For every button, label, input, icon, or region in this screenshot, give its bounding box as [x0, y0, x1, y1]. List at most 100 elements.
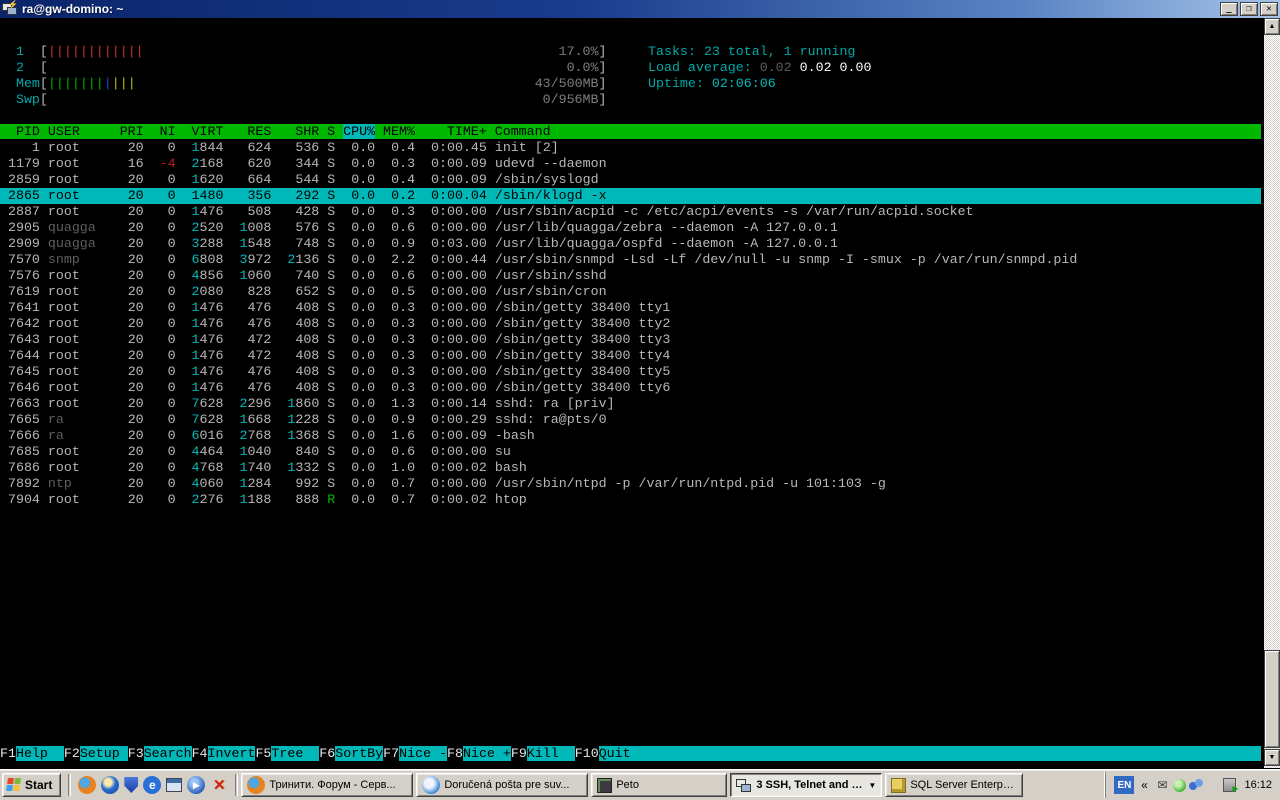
process-row-7663[interactable]: 7663 root 20 0 7628 2296 1860 S 0.0 1.3 … — [0, 396, 1261, 412]
process-row-7570[interactable]: 7570 snmp 20 0 6808 3972 2136 S 0.0 2.2 … — [0, 252, 1261, 268]
fkey-label-f2[interactable]: Setup — [80, 746, 128, 761]
fkey-f4[interactable]: F4 — [192, 746, 208, 761]
peto-icon — [597, 778, 612, 793]
terminal: 1 [|||||||||||| 17.0%] 2 [ 0.0%] Mem[|||… — [0, 18, 1264, 770]
htop-output: 1 [|||||||||||| 17.0%] 2 [ 0.0%] Mem[|||… — [0, 28, 1261, 508]
process-row-2887[interactable]: 2887 root 20 0 1476 508 428 S 0.0 0.3 0:… — [0, 204, 1261, 220]
taskbar-button-4[interactable]: 3 SSH, Telnet and Rl...▼ — [730, 773, 882, 797]
process-row-2865[interactable]: 2865 root 20 0 1480 356 292 S 0.0 0.2 0:… — [0, 188, 1261, 204]
group-dropdown-icon[interactable]: ▼ — [868, 781, 876, 790]
process-row-7645[interactable]: 7645 root 20 0 1476 476 408 S 0.0 0.3 0:… — [0, 364, 1261, 380]
fkey-f1[interactable]: F1 — [0, 746, 16, 761]
close-button[interactable]: ✕ — [1260, 2, 1278, 16]
fkey-f10[interactable]: F10 — [575, 746, 599, 761]
scrollbar-thumb[interactable] — [1264, 650, 1280, 748]
uptime-value: 02:06:06 — [712, 76, 776, 91]
fkey-label-f4[interactable]: Invert — [208, 746, 256, 761]
minimize-button[interactable]: _ — [1220, 2, 1238, 16]
load-1min: 0.02 — [760, 60, 792, 75]
swp-meter: Swp[ 0/956MB] — [0, 92, 1261, 108]
fkey-label-f5[interactable]: Tree — [271, 746, 319, 761]
fkey-label-f7[interactable]: Nice - — [399, 746, 447, 761]
cpu2-meter: 2 [ 0.0%] — [0, 60, 1261, 76]
blank-line — [0, 108, 1261, 124]
process-row-7619[interactable]: 7619 root 20 0 2080 828 652 S 0.0 0.5 0:… — [0, 284, 1261, 300]
tray-icons: ✉ — [1154, 777, 1236, 793]
process-row-2859[interactable]: 2859 root 20 0 1620 664 544 S 0.0 0.4 0:… — [0, 172, 1261, 188]
fkey-label-f1[interactable]: Help — [16, 746, 64, 761]
fkey-f8[interactable]: F8 — [447, 746, 463, 761]
taskbar-button-3[interactable]: Peto — [591, 773, 727, 797]
fkey-label-f8[interactable]: Nice + — [463, 746, 511, 761]
fkey-f6[interactable]: F6 — [319, 746, 335, 761]
taskbar-divider — [68, 774, 71, 796]
shield-quicklaunch-icon[interactable] — [124, 777, 138, 793]
process-row-7643[interactable]: 7643 root 20 0 1476 472 408 S 0.0 0.3 0:… — [0, 332, 1261, 348]
putty-sm-icon — [736, 777, 752, 793]
uptime-label: Uptime: — [648, 76, 704, 91]
envelope-tray-icon[interactable]: ✉ — [1154, 777, 1170, 793]
load-label: Load average: — [648, 60, 752, 75]
fkey-f2[interactable]: F2 — [64, 746, 80, 761]
process-row-2905[interactable]: 2905 quagga 20 0 2520 1008 576 S 0.0 0.6… — [0, 220, 1261, 236]
process-row-7641[interactable]: 7641 root 20 0 1476 476 408 S 0.0 0.3 0:… — [0, 300, 1261, 316]
fkey-label-f3[interactable]: Search — [144, 746, 192, 761]
x-quicklaunch-icon[interactable]: ✕ — [210, 776, 228, 794]
process-row-2909[interactable]: 2909 quagga 20 0 3288 1548 748 S 0.0 0.9… — [0, 236, 1261, 252]
putty-icon: ⚡ — [2, 2, 18, 16]
firefox-quicklaunch-icon[interactable] — [78, 776, 96, 794]
taskbar-clock[interactable]: 16:12 — [1240, 779, 1272, 791]
e-quicklaunch-icon[interactable]: e — [143, 776, 161, 794]
process-table-header[interactable]: PID USER PRI NI VIRT RES SHR S CPU% MEM%… — [0, 124, 1261, 140]
restore-button[interactable]: ❐ — [1240, 2, 1258, 16]
task-buttons: Тринити. Форум - Серв...Doručená pošta p… — [241, 773, 1026, 797]
process-row-1179[interactable]: 1179 root 16 -4 2168 620 344 S 0.0 0.3 0… — [0, 156, 1261, 172]
firefox-icon — [247, 776, 265, 794]
fkey-label-f6[interactable]: SortBy — [335, 746, 383, 761]
language-indicator[interactable]: EN — [1114, 776, 1134, 794]
taskbar-button-2[interactable]: Doručená pošta pre suv... — [416, 773, 588, 797]
fkey-f3[interactable]: F3 — [128, 746, 144, 761]
mail2-icon — [422, 776, 440, 794]
process-row-7642[interactable]: 7642 root 20 0 1476 476 408 S 0.0 0.3 0:… — [0, 316, 1261, 332]
fkey-f9[interactable]: F9 — [511, 746, 527, 761]
process-row-7666[interactable]: 7666 ra 20 0 6016 2768 1368 S 0.0 1.6 0:… — [0, 428, 1261, 444]
fkey-line: F1Help F2Setup F3SearchF4InvertF5Tree F6… — [0, 746, 1264, 762]
fkey-f5[interactable]: F5 — [255, 746, 271, 761]
process-row-7892[interactable]: 7892 ntp 20 0 4060 1284 992 S 0.0 0.7 0:… — [0, 476, 1261, 492]
fkey-label-f10[interactable]: Quit — [599, 746, 647, 761]
people-tray-icon[interactable] — [1189, 779, 1204, 792]
sql-icon — [891, 778, 906, 793]
putty-titlebar[interactable]: ⚡ ra@gw-domino: ~ _ ❐ ✕ — [0, 0, 1280, 18]
process-row-7685[interactable]: 7685 root 20 0 4464 1040 840 S 0.0 0.6 0… — [0, 444, 1261, 460]
mem-meter: Mem[||||||||||| 43/500MB] — [0, 76, 1261, 92]
process-row-1[interactable]: 1 root 20 0 1844 624 536 S 0.0 0.4 0:00.… — [0, 140, 1261, 156]
fkey-f7[interactable]: F7 — [383, 746, 399, 761]
scrollbar-down-arrow[interactable]: ▼ — [1264, 749, 1280, 766]
bird-quicklaunch-icon[interactable] — [101, 776, 119, 794]
process-row-7576[interactable]: 7576 root 20 0 4856 1060 740 S 0.0 0.6 0… — [0, 268, 1261, 284]
scrollbar[interactable]: ▲ ▼ — [1264, 18, 1280, 768]
process-row-7904[interactable]: 7904 root 20 0 2276 1188 888 R 0.0 0.7 0… — [0, 492, 1261, 508]
sort-column-header[interactable]: CPU% — [343, 124, 375, 139]
scrollbar-up-arrow[interactable]: ▲ — [1264, 18, 1280, 35]
tasks-label: Tasks: — [648, 44, 696, 59]
taskbar-button-5[interactable]: SQL Server Enterprise M... — [885, 773, 1023, 797]
desktop: ⚡ ra@gw-domino: ~ _ ❐ ✕ 1 [|||||||||||| … — [0, 0, 1280, 800]
process-row-7644[interactable]: 7644 root 20 0 1476 472 408 S 0.0 0.3 0:… — [0, 348, 1261, 364]
window-quicklaunch-icon[interactable] — [166, 778, 182, 792]
load-15min: 0.00 — [840, 60, 872, 75]
taskbar-button-1[interactable]: Тринити. Форум - Серв... — [241, 773, 413, 797]
process-row-7665[interactable]: 7665 ra 20 0 7628 1668 1228 S 0.0 0.9 0:… — [0, 412, 1261, 428]
process-row-7646[interactable]: 7646 root 20 0 1476 476 408 S 0.0 0.3 0:… — [0, 380, 1261, 396]
window-title: ra@gw-domino: ~ — [22, 2, 1218, 16]
green-orb-tray-icon[interactable] — [1173, 779, 1186, 792]
tray-chevron-icon[interactable]: « — [1138, 778, 1150, 792]
play-quicklaunch-icon[interactable]: ▶ — [187, 776, 205, 794]
process-row-7686[interactable]: 7686 root 20 0 4768 1740 1332 S 0.0 1.0 … — [0, 460, 1261, 476]
start-button[interactable]: Start — [2, 773, 61, 797]
quad-tray-icon[interactable] — [1207, 779, 1220, 792]
tasks-line: Tasks: 23 total, 1 running — [648, 44, 871, 60]
database-tray-icon[interactable] — [1223, 778, 1236, 792]
fkey-label-f9[interactable]: Kill — [527, 746, 575, 761]
